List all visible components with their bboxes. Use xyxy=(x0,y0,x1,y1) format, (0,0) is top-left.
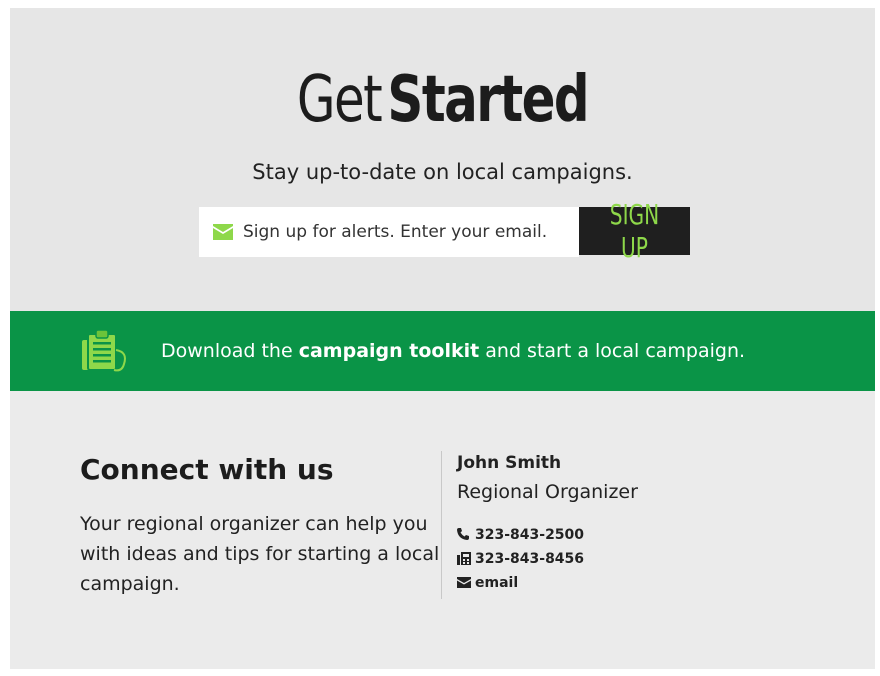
title-light-word: Get xyxy=(296,63,383,137)
signup-form: SIGN UP xyxy=(199,198,691,264)
toolkit-message: Download the campaign toolkit and start … xyxy=(161,338,745,364)
contact-list: 323-843-2500 323-843-8456 email xyxy=(457,523,857,595)
fax-number: 323-843-8456 xyxy=(475,551,585,567)
clipboard-icon xyxy=(78,326,132,378)
phone-row: 323-843-2500 xyxy=(457,523,857,547)
toolkit-suffix: and start a local campaign. xyxy=(479,340,746,362)
email-row: email xyxy=(457,571,857,595)
organizer-role: Regional Organizer xyxy=(457,481,638,503)
signup-button-label: SIGN UP xyxy=(609,198,660,264)
signup-button[interactable]: SIGN UP xyxy=(579,198,690,264)
envelope-icon xyxy=(457,576,471,590)
vertical-divider xyxy=(441,451,442,599)
fax-icon xyxy=(457,552,471,566)
phone-number: 323-843-2500 xyxy=(475,527,585,543)
connect-title: Connect with us xyxy=(80,453,334,486)
email-input[interactable] xyxy=(243,222,563,242)
campaign-toolkit-link[interactable]: campaign toolkit xyxy=(299,340,480,362)
get-started-section: GetStarted Stay up-to-date on local camp… xyxy=(10,8,875,311)
envelope-icon xyxy=(213,224,233,240)
toolkit-banner: Download the campaign toolkit and start … xyxy=(10,311,875,391)
connect-description: Your regional organizer can help you wit… xyxy=(80,513,440,595)
toolkit-prefix: Download the xyxy=(161,340,299,362)
fax-row: 323-843-8456 xyxy=(457,547,857,571)
phone-icon xyxy=(457,528,471,542)
email-link[interactable]: email xyxy=(475,575,518,591)
organizer-contact: John Smith Regional Organizer 323-843-25… xyxy=(457,451,857,595)
organizer-name: John Smith xyxy=(457,453,562,473)
page-title: GetStarted xyxy=(105,60,780,140)
title-bold-word: Started xyxy=(387,63,589,137)
email-field-wrapper xyxy=(199,207,579,257)
hero-subtitle: Stay up-to-date on local campaigns. xyxy=(252,160,633,184)
